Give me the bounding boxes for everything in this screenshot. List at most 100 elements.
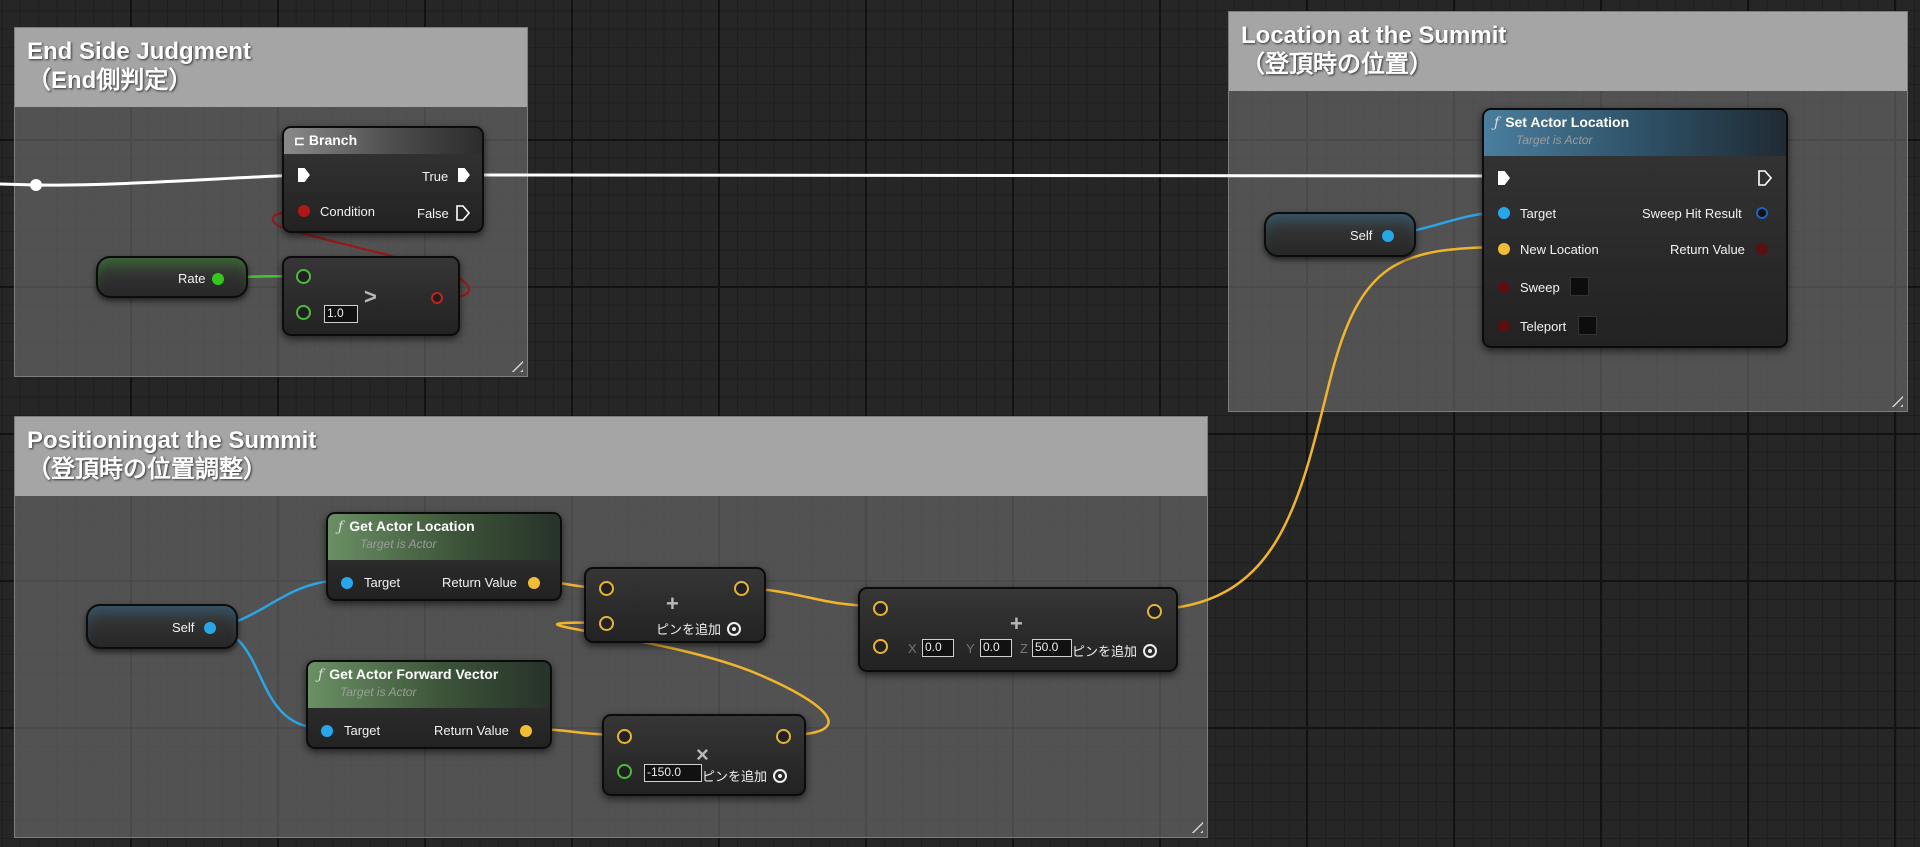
function-icon: ƒ (338, 519, 344, 535)
teleport-label: Teleport (1520, 319, 1567, 334)
z-value-field[interactable]: 50.0 (1032, 639, 1072, 657)
comment-title-bar[interactable]: End Side Judgment （End側判定） (15, 28, 527, 107)
branch-node[interactable]: ⊏ Branch True Condition False (282, 126, 484, 233)
condition-label: Condition (320, 204, 375, 219)
comment-title-bar[interactable]: Positioningat the Summit （登頂時の位置調整） (15, 417, 1207, 496)
set-actor-location-title: Set Actor Location (1505, 114, 1630, 130)
sweep-pin[interactable] (1498, 281, 1510, 293)
add-input-b-pin[interactable] (873, 639, 888, 654)
add-input-a-pin[interactable] (599, 581, 614, 596)
add-pin-icon (773, 769, 788, 783)
target-pin[interactable] (321, 725, 333, 737)
return-value-label: Return Value (1670, 242, 1745, 257)
add-vector-node-2[interactable]: + X 0.0 Y 0.0 Z 50.0 ピンを追加 (858, 587, 1178, 672)
target-pin[interactable] (1498, 207, 1510, 219)
sweep-checkbox[interactable] (1570, 277, 1589, 296)
add-output-pin[interactable] (1147, 604, 1162, 619)
exec-false-pin[interactable] (456, 205, 470, 221)
rate-variable-node[interactable]: Rate (96, 256, 248, 298)
get-actor-forward-header[interactable]: ƒ Get Actor Forward Vector Target is Acto… (308, 662, 550, 708)
return-value-label: Return Value (442, 575, 517, 590)
add-operator: + (666, 591, 679, 616)
comment-subtitle: （登頂時の位置調整） (27, 456, 267, 483)
self-node-bottom[interactable]: Self (86, 604, 238, 649)
add-output-pin[interactable] (734, 581, 749, 596)
add-pin-button[interactable]: ピンを追加 (1072, 641, 1158, 660)
multiply-input-b-pin[interactable] (617, 764, 632, 779)
get-actor-location-node[interactable]: ƒ Get Actor Location Target is Actor Targ… (326, 512, 562, 601)
add-pin-icon (727, 622, 742, 636)
get-actor-location-subtitle: Target is Actor (360, 537, 437, 551)
get-actor-forward-vector-node[interactable]: ƒ Get Actor Forward Vector Target is Acto… (306, 660, 552, 749)
rate-output-pin[interactable] (212, 273, 224, 285)
greater-operator: > (364, 284, 377, 309)
multiply-output-pin[interactable] (776, 729, 791, 744)
return-value-label: Return Value (434, 723, 509, 738)
branch-icon: ⊏ (294, 133, 305, 148)
set-actor-location-node[interactable]: ƒ Set Actor Location Target is Actor Targ… (1482, 108, 1788, 348)
comment-subtitle: （End側判定） (27, 67, 193, 94)
condition-pin[interactable] (298, 205, 310, 217)
teleport-pin[interactable] (1498, 320, 1510, 332)
x-value-field[interactable]: 0.0 (922, 639, 954, 657)
branch-title: Branch (308, 132, 358, 148)
greater-than-node[interactable]: > 1.0 (282, 256, 460, 336)
target-label: Target (1520, 206, 1557, 221)
sweep-hit-result-pin[interactable] (1756, 207, 1768, 219)
return-value-pin[interactable] (520, 725, 532, 737)
set-actor-location-header[interactable]: ƒ Set Actor Location Target is Actor (1484, 110, 1786, 156)
get-actor-forward-subtitle: Target is Actor (340, 685, 417, 699)
get-actor-location-title: Get Actor Location (349, 518, 475, 534)
multiply-value-field[interactable]: -150.0 (644, 764, 702, 782)
add-pin-label: ピンを追加 (702, 769, 768, 784)
y-value-field[interactable]: 0.0 (980, 639, 1012, 657)
return-value-pin[interactable] (1756, 243, 1768, 255)
exec-out-pin[interactable] (1758, 170, 1772, 186)
add-pin-icon (1143, 644, 1158, 658)
add-pin-button[interactable]: ピンを追加 (656, 619, 742, 638)
resize-handle-icon[interactable] (1191, 821, 1203, 833)
add-input-b-pin[interactable] (599, 616, 614, 631)
exec-true-pin[interactable] (458, 168, 470, 182)
false-label: False (417, 206, 449, 221)
add-pin-button[interactable]: ピンを追加 (702, 766, 788, 785)
self-output-pin[interactable] (204, 622, 216, 634)
target-label: Target (344, 723, 381, 738)
comment-title: Location at the Summit (1241, 22, 1507, 49)
return-value-pin[interactable] (528, 577, 540, 589)
new-location-pin[interactable] (1498, 243, 1510, 255)
target-label: Target (364, 575, 401, 590)
greater-input-b-pin[interactable] (296, 305, 311, 320)
add-input-a-pin[interactable] (873, 601, 888, 616)
comment-title: Positioningat the Summit (27, 427, 317, 454)
add-operator: + (1010, 611, 1023, 636)
sweep-hit-result-label: Sweep Hit Result (1642, 206, 1742, 221)
function-icon: ƒ (318, 667, 324, 683)
x-label: X (908, 641, 917, 656)
multiply-node[interactable]: × -150.0 ピンを追加 (602, 714, 806, 796)
multiply-input-a-pin[interactable] (617, 729, 632, 744)
comment-title: End Side Judgment (27, 38, 252, 65)
branch-node-header[interactable]: ⊏ Branch (284, 128, 482, 154)
greater-input-a-pin[interactable] (296, 269, 311, 284)
greater-value-field[interactable]: 1.0 (324, 305, 358, 323)
exec-in-pin[interactable] (1498, 171, 1510, 185)
target-pin[interactable] (341, 577, 353, 589)
get-actor-location-header[interactable]: ƒ Get Actor Location Target is Actor (328, 514, 560, 560)
self-label: Self (172, 620, 195, 635)
comment-title-bar[interactable]: Location at the Summit （登頂時の位置） (1229, 12, 1907, 91)
teleport-checkbox[interactable] (1578, 316, 1597, 335)
new-location-label: New Location (1520, 242, 1599, 257)
get-actor-forward-title: Get Actor Forward Vector (329, 666, 499, 682)
self-node-top[interactable]: Self (1264, 212, 1416, 257)
add-vector-node-1[interactable]: + ピンを追加 (584, 567, 766, 643)
greater-output-pin[interactable] (431, 292, 443, 304)
set-actor-location-subtitle: Target is Actor (1516, 133, 1593, 147)
true-label: True (422, 169, 449, 184)
resize-handle-icon[interactable] (511, 360, 523, 372)
add-pin-label: ピンを追加 (1072, 644, 1138, 659)
self-output-pin[interactable] (1382, 230, 1394, 242)
exec-in-pin[interactable] (298, 168, 310, 182)
resize-handle-icon[interactable] (1891, 395, 1903, 407)
sweep-label: Sweep (1520, 280, 1560, 295)
